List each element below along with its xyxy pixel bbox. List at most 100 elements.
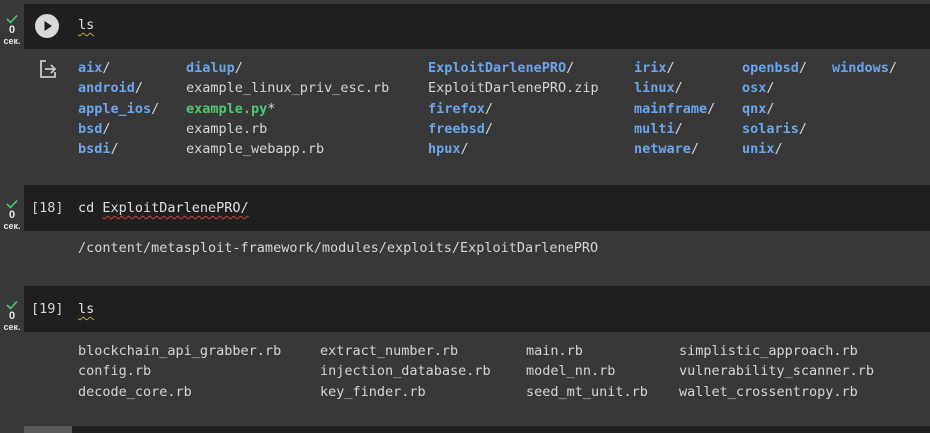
run-duration: 0 [8,310,16,322]
type-suffix: / [234,60,243,76]
listing-entry: ExploitDarlenePRO.zip [428,78,599,98]
run-duration-unit: сек. [3,322,21,332]
listing-entry: openbsd/ [742,58,807,78]
file-name: seed_mt_unit.rb [526,383,648,400]
directory-name: mainframe [634,100,708,117]
type-suffix: / [774,141,783,158]
type-suffix: / [484,120,494,137]
type-suffix: / [134,80,144,97]
listing-column: ExploitDarlenePRO/ExploitDarlenePRO.zip f… [428,58,599,159]
file-name: simplistic_approach.rb [679,343,858,359]
listing-column: simplistic_approach.rb vulnerability_scan… [679,341,874,402]
cell-input[interactable]: ls [24,4,930,49]
directory-name: aix [78,60,103,76]
directory-name: ExploitDarlenePRO [428,60,567,76]
type-suffix: / [798,120,808,137]
listing-entry: freebsd/ [428,119,599,139]
listing-column: extract_number.rb injection_database.rb ke… [320,341,491,402]
file-name: decode_core.rb [78,383,192,400]
type-suffix: / [674,80,683,97]
check-icon [0,12,24,24]
directory-name: hpux [428,141,461,158]
executable-name: example.py [186,100,268,117]
directory-name: firefox [428,100,485,117]
listing-entry: unix/ [742,139,807,159]
execution-count: [18] [31,200,64,216]
listing-entry: example_linux_priv_esc.rb [186,78,389,98]
type-suffix: / [110,141,119,158]
type-suffix: / [666,60,675,76]
output-text: /content/metasploit-framework/modules/ex… [78,240,599,256]
file-name: vulnerability_scanner.rb [679,363,875,380]
listing-entry: bsd/ [78,119,159,139]
type-suffix: / [102,60,111,76]
listing-column: blockchain_api_grabber.rb config.rb decode… [78,341,281,402]
directory-name: openbsd [742,60,799,76]
directory-name: osx [742,80,767,97]
run-duration-unit: сек. [3,36,21,46]
cell-status: 0 сек. [0,197,24,231]
type-suffix: / [798,60,808,76]
cell-output: /content/metasploit-framework/modules/ex… [24,231,930,286]
file-name: ExploitDarlenePRO.zip [428,80,599,97]
next-cell-input[interactable] [24,426,930,433]
listing-entry: mainframe/ [634,99,715,119]
directory-name: apple_ios [78,100,152,117]
listing-column: main.rb model_nn.rb seed_mt_unit.rb [526,341,648,402]
listing-entry: ExploitDarlenePRO/ [428,58,599,78]
run-cell-button[interactable] [35,14,59,38]
listing-column: windows/ [832,58,897,78]
check-icon [0,197,24,209]
file-name: extract_number.rb [320,343,459,359]
file-name: main.rb [526,343,583,359]
directory-name: unix [742,141,775,158]
check-icon [0,298,24,310]
directory-name: bsdi [78,141,111,158]
type-suffix: / [460,141,469,158]
execution-count: [19] [31,301,64,317]
directory-name: qnx [742,100,767,117]
listing-entry: solaris/ [742,119,807,139]
directory-name: dialup [186,60,235,76]
file-name: example_linux_priv_esc.rb [186,80,390,97]
type-suffix: / [766,80,775,97]
cell-input[interactable]: [19] ls [24,286,930,332]
file-name: key_finder.rb [320,383,426,400]
run-duration: 0 [8,209,16,221]
listing-entry: windows/ [832,58,897,78]
listing-entry: android/ [78,78,159,98]
listing-entry: apple_ios/ [78,99,159,119]
run-duration: 0 [8,24,16,36]
listing-entry: aix/ [78,58,159,78]
directory-name: linux [634,80,675,97]
directory-name: solaris [742,120,799,137]
listing-entry: netware/ [634,139,715,159]
listing-entry: example.rb [186,119,389,139]
directory-name: multi [634,120,675,137]
command-text[interactable]: cd ExploitDarlenePRO/ [78,200,249,216]
listing-entry: bsdi/ [78,139,159,159]
listing-entry: firefox/ [428,99,599,119]
cell-input[interactable]: [18] cd ExploitDarlenePRO/ [24,185,930,231]
run-duration-unit: сек. [3,221,21,231]
type-suffix: / [566,60,575,76]
command-text[interactable]: ls [78,17,94,33]
output-exit-icon[interactable] [37,58,59,80]
type-suffix: / [102,120,111,137]
command-name: cd [78,200,103,216]
listing-entry: example.py* [186,99,389,119]
listing-column: openbsd/osx/qnx/solaris/unix/ [742,58,807,159]
file-name: example.rb [186,120,268,137]
file-name: config.rb [78,363,152,380]
listing-column: aix/android/apple_ios/bsd/bsdi/ [78,58,159,159]
command-text[interactable]: ls [78,301,94,317]
scrollbar-thumb[interactable] [24,426,72,433]
file-name: blockchain_api_grabber.rb [78,343,282,359]
type-suffix: / [766,100,775,117]
type-suffix: / [674,120,683,137]
cell-output: blockchain_api_grabber.rb config.rb decode… [24,332,930,426]
listing-entry: qnx/ [742,99,807,119]
type-suffix: / [888,60,898,76]
listing-entry: irix/ [634,58,715,78]
file-name: model_nn.rb [526,363,616,380]
